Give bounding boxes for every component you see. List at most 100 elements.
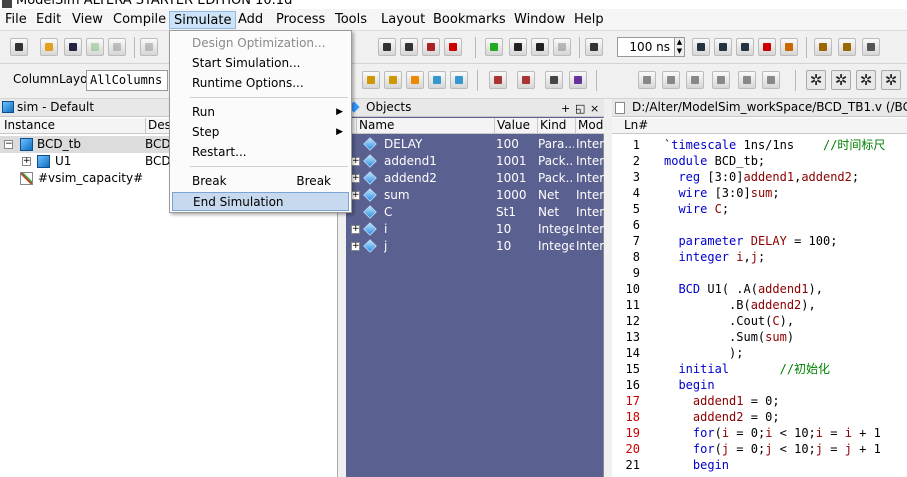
filter-icon[interactable]: [489, 71, 507, 89]
col-name[interactable]: Name: [356, 118, 494, 133]
menu-process[interactable]: Process: [272, 11, 329, 29]
expand-icon[interactable]: +: [351, 242, 360, 251]
wave-copy-icon[interactable]: [428, 71, 446, 89]
wave-find-icon[interactable]: [406, 71, 424, 89]
wave-paste-icon[interactable]: [450, 71, 468, 89]
menu-layout[interactable]: Layout: [377, 11, 429, 29]
eraser-icon[interactable]: [569, 71, 587, 89]
run-icon[interactable]: [692, 38, 710, 56]
run-length-icon[interactable]: [585, 38, 603, 56]
expand-icon[interactable]: +: [351, 225, 360, 234]
menu-item-runtime-options[interactable]: Runtime Options...: [172, 74, 349, 93]
code-line: addend2 = 0;: [692, 410, 780, 424]
break-icon[interactable]: [444, 38, 462, 56]
stop-icon[interactable]: [758, 38, 776, 56]
restart-icon[interactable]: [780, 38, 798, 56]
hierarchy-icon[interactable]: [485, 38, 503, 56]
col-kind[interactable]: Kind: [537, 118, 575, 133]
save-icon[interactable]: [64, 38, 82, 56]
panel-pin-icon[interactable]: +: [561, 100, 570, 116]
step-icon[interactable]: [814, 38, 832, 56]
line-number: 14: [625, 346, 640, 360]
gear-icon-2[interactable]: ✲: [831, 70, 851, 90]
run-all-icon[interactable]: [736, 38, 754, 56]
col-line-number: Ln#: [624, 118, 649, 132]
gear-icon-4[interactable]: ✲: [881, 70, 901, 90]
continue-icon[interactable]: [714, 38, 732, 56]
output-port-icon[interactable]: [662, 71, 680, 89]
wave-add-icon[interactable]: [362, 71, 380, 89]
object-row[interactable]: + sum 1000 Net Inter: [346, 187, 604, 204]
gear-icon-3[interactable]: ✲: [856, 70, 876, 90]
panel-undock-icon[interactable]: ◱: [575, 100, 585, 116]
collapse-icon[interactable]: −: [4, 140, 13, 149]
clear-filter-icon[interactable]: [517, 71, 535, 89]
source-panel-header: D:/Alter/ModelSim_workSpace/BCD_TB1.v (/…: [612, 99, 907, 117]
col-mode[interactable]: Mode: [575, 118, 604, 133]
object-row[interactable]: + addend2 1001 Pack... Inter: [346, 170, 604, 187]
menu-view[interactable]: View: [68, 11, 107, 29]
gear-icon[interactable]: ✲: [806, 70, 826, 90]
panel-close-icon[interactable]: ×: [590, 100, 599, 116]
line-number: 16: [625, 378, 640, 392]
wave-list-icon[interactable]: [384, 71, 402, 89]
assertion-icon[interactable]: [738, 71, 756, 89]
wand-icon[interactable]: [762, 71, 780, 89]
menu-edit[interactable]: Edit: [32, 11, 65, 29]
menu-item-break[interactable]: Break Break: [172, 172, 349, 191]
back-arrow-icon[interactable]: [531, 38, 549, 56]
column-layout-select[interactable]: AllColumns: [86, 70, 168, 91]
expand-icon[interactable]: +: [351, 191, 360, 200]
run-length-input[interactable]: 100 ns: [617, 37, 675, 57]
menu-add[interactable]: Add: [234, 11, 267, 29]
col-value[interactable]: Value: [494, 118, 537, 133]
menu-item-start-simulation[interactable]: Start Simulation...: [172, 54, 349, 73]
up-arrow-icon[interactable]: [509, 38, 527, 56]
menu-bookmarks[interactable]: Bookmarks: [429, 11, 510, 29]
code-line: integer i,j;: [678, 250, 766, 264]
menu-window[interactable]: Window: [510, 11, 569, 29]
line-number: 8: [632, 250, 640, 264]
code-line: for(j = 0;j < 10;j = j + 1: [692, 442, 881, 456]
object-row[interactable]: + addend1 1001 Pack... Inter: [346, 153, 604, 170]
step-over-icon[interactable]: [838, 38, 856, 56]
object-row[interactable]: + i 10 Integer Inter: [346, 221, 604, 238]
internal-signal-icon[interactable]: [712, 71, 730, 89]
menu-item-design-optimization[interactable]: Design Optimization...: [172, 34, 349, 53]
menu-item-step[interactable]: Step ▶: [172, 123, 349, 142]
module-cube-icon: [20, 138, 33, 151]
print-icon[interactable]: [108, 38, 126, 56]
menu-simulate[interactable]: Simulate: [169, 11, 237, 29]
menu-help[interactable]: Help: [570, 11, 608, 29]
menu-tools[interactable]: Tools: [331, 11, 371, 29]
object-row[interactable]: + j 10 Integer Inter: [346, 238, 604, 255]
menu-item-end-simulation[interactable]: End Simulation: [172, 192, 349, 211]
menu-compile[interactable]: Compile: [109, 11, 170, 29]
objects-panel-title: Objects: [366, 100, 412, 114]
object-row[interactable]: C St1 Net Inter: [346, 204, 604, 221]
menu-item-restart[interactable]: Restart...: [172, 143, 349, 162]
menu-file[interactable]: File: [1, 11, 31, 29]
compile-icon[interactable]: [378, 38, 396, 56]
object-row[interactable]: DELAY 100 Para... Inter: [346, 136, 604, 153]
expand-icon[interactable]: +: [351, 157, 360, 166]
code-line: `timescale 1ns/1ns //时间标尺: [664, 138, 886, 152]
forward-arrow-icon[interactable]: [553, 38, 571, 56]
input-port-icon[interactable]: [638, 71, 656, 89]
cut-icon[interactable]: [140, 38, 158, 56]
line-number: 1: [632, 138, 640, 152]
hand-icon[interactable]: [862, 38, 880, 56]
inout-port-icon[interactable]: [686, 71, 704, 89]
col-instance[interactable]: Instance: [0, 118, 145, 133]
reload-icon[interactable]: [86, 38, 104, 56]
run-length-spinner[interactable]: ▲ ▼: [675, 37, 685, 57]
expand-icon[interactable]: +: [22, 157, 31, 166]
new-file-icon[interactable]: [10, 38, 28, 56]
simulate-icon[interactable]: [422, 38, 440, 56]
memory-icon[interactable]: [545, 71, 563, 89]
open-folder-icon[interactable]: [40, 38, 58, 56]
menu-item-run[interactable]: Run ▶: [172, 103, 349, 122]
compile-all-icon[interactable]: [400, 38, 418, 56]
source-panel: D:/Alter/ModelSim_workSpace/BCD_TB1.v (/…: [612, 99, 907, 477]
expand-icon[interactable]: +: [351, 174, 360, 183]
